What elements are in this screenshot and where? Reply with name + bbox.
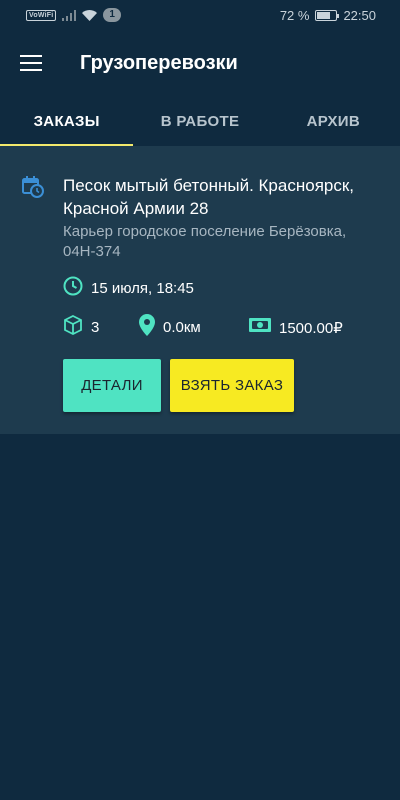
order-title: Песок мытый бетонный. Красноярск, Красно…: [63, 176, 355, 218]
order-price: 1500.00₽: [279, 319, 343, 337]
tab-in-progress[interactable]: В РАБОТЕ: [133, 96, 266, 146]
page-title: Грузоперевозки: [80, 51, 238, 74]
order-distance: 0.0км: [163, 319, 201, 336]
battery-percent: 72 %: [279, 7, 310, 23]
tab-archive[interactable]: АРХИВ: [267, 96, 400, 146]
tab-bar: ЗАКАЗЫ В РАБОТЕ АРХИВ: [0, 96, 400, 146]
order-card[interactable]: Песок мытый бетонный. Красноярск, Красно…: [0, 146, 400, 434]
status-bar: VoWiFi 1 72 % 22:50: [0, 0, 400, 30]
notification-badge: 1: [103, 8, 121, 22]
signal-icon: [62, 9, 77, 21]
vowifi-badge: VoWiFi: [26, 9, 57, 21]
details-button[interactable]: ДЕТАЛИ: [63, 359, 161, 412]
order-quantity: 3: [91, 319, 100, 336]
clock: 22:50: [343, 7, 376, 23]
wifi-icon: [82, 9, 98, 21]
menu-icon[interactable]: [0, 30, 62, 96]
calendar-clock-icon: [22, 176, 44, 198]
box-icon: [63, 314, 83, 340]
location-pin-icon: [139, 314, 155, 341]
order-subtitle: Карьер городское поселение Берёзовка, 04…: [63, 223, 347, 260]
money-icon: [249, 317, 271, 338]
battery-icon: [315, 9, 340, 21]
clock-icon: [63, 276, 83, 301]
order-datetime: 15 июля, 18:45: [91, 280, 194, 297]
tab-orders[interactable]: ЗАКАЗЫ: [0, 96, 133, 146]
app-bar: Грузоперевозки: [0, 30, 400, 96]
take-order-button[interactable]: ВЗЯТЬ ЗАКАЗ: [170, 359, 294, 412]
